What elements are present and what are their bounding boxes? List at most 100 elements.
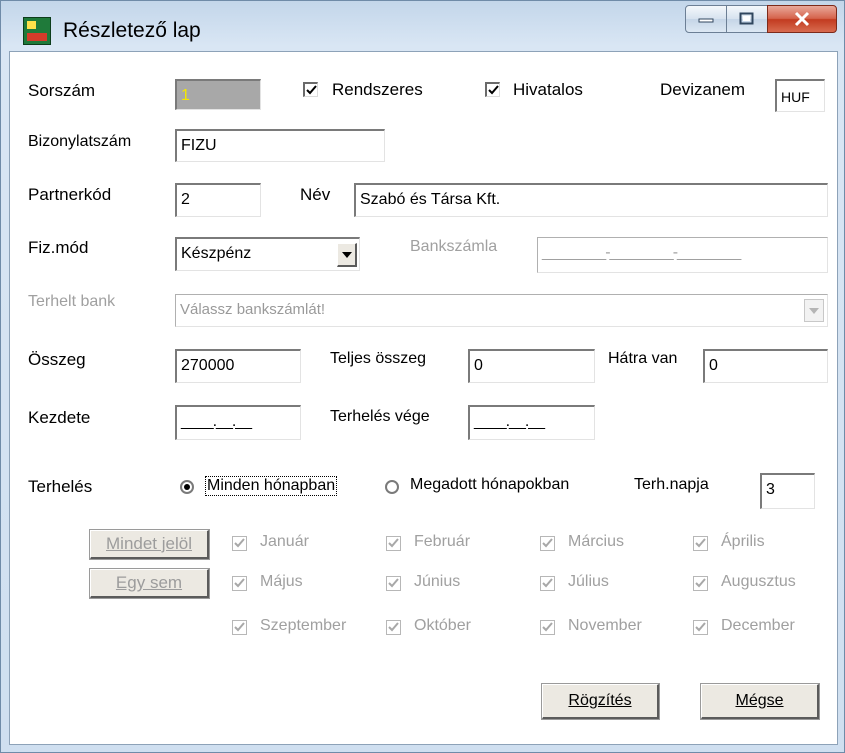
- hatra-van-field[interactable]: 0: [703, 349, 828, 383]
- maximize-button[interactable]: [726, 5, 768, 33]
- month-label: November: [568, 617, 642, 634]
- month-label: December: [721, 617, 795, 634]
- month-checkbox[interactable]: [693, 620, 708, 635]
- checkmark-icon: [234, 622, 245, 632]
- terhelt-bank-dropdown-arrow: [804, 299, 824, 322]
- month-label: Február: [414, 533, 471, 550]
- month-label: Július: [568, 573, 609, 590]
- select-all-months-label: Mindet jelöl: [106, 534, 192, 553]
- month-label: Szeptember: [260, 617, 347, 634]
- minimize-button[interactable]: [685, 5, 727, 33]
- select-no-months-label: Egy sem: [115, 573, 183, 592]
- month-checkbox[interactable]: [232, 620, 247, 635]
- fizmod-label: Fiz.mód: [28, 238, 89, 257]
- terh-napja-label: Terh.napja: [634, 476, 709, 493]
- month-label: Április: [721, 533, 765, 550]
- checkmark-icon: [695, 622, 706, 632]
- app-icon: [23, 17, 51, 45]
- month-label: Január: [260, 533, 309, 550]
- hivatalos-checkbox[interactable]: [485, 82, 500, 97]
- terh-napja-field[interactable]: 3: [760, 473, 815, 509]
- month-checkbox[interactable]: [386, 620, 401, 635]
- checkmark-icon: [488, 85, 499, 95]
- devizanem-label: Devizanem: [660, 80, 746, 99]
- save-button[interactable]: Rögzítés: [541, 683, 660, 720]
- month-checkbox[interactable]: [232, 576, 247, 591]
- month-label: Március: [568, 533, 625, 550]
- select-no-months-button[interactable]: Egy sem: [89, 568, 210, 599]
- hatra-van-label: Hátra van: [608, 350, 678, 367]
- nev-field[interactable]: Szabó és Társa Kft.: [354, 183, 828, 217]
- nev-label: Név: [300, 185, 331, 204]
- sorszam-field[interactable]: 1: [175, 79, 261, 110]
- checkmark-icon: [388, 622, 399, 632]
- checkmark-icon: [388, 538, 399, 548]
- teljes-osszeg-field[interactable]: 0: [468, 349, 595, 383]
- teljes-osszeg-label: Teljes összeg: [330, 350, 427, 367]
- terheles-vege-label: Terhelés vége: [330, 408, 430, 425]
- terheles-label: Terhelés: [28, 477, 93, 496]
- checkmark-icon: [542, 622, 553, 632]
- radio-minden-honapban[interactable]: [180, 480, 194, 494]
- checkmark-icon: [695, 538, 706, 548]
- select-all-months-button[interactable]: Mindet jelöl: [89, 529, 210, 560]
- month-checkbox[interactable]: [540, 536, 555, 551]
- fizmod-dropdown-arrow[interactable]: [337, 243, 357, 267]
- sorszam-label: Sorszám: [28, 81, 96, 100]
- osszeg-label: Összeg: [28, 350, 86, 369]
- month-checkbox[interactable]: [540, 620, 555, 635]
- terhelt-bank-value: Válassz bankszámlát!: [180, 301, 326, 318]
- kezdete-label: Kezdete: [28, 408, 91, 427]
- month-checkbox[interactable]: [693, 576, 708, 591]
- month-checkbox[interactable]: [232, 536, 247, 551]
- month-label: Október: [414, 617, 471, 634]
- hivatalos-label: Hivatalos: [513, 80, 583, 99]
- cancel-button[interactable]: Mégse: [700, 683, 820, 720]
- bankszamla-label: Bankszámla: [410, 238, 498, 255]
- chevron-down-icon: [341, 251, 352, 258]
- partnerkod-field[interactable]: 2: [175, 183, 261, 217]
- month-label: Augusztus: [721, 573, 796, 590]
- dialog-window: Részletező lap Sorszám 1 Rendszeres Hiva…: [0, 0, 845, 753]
- checkmark-icon: [542, 538, 553, 548]
- checkmark-icon: [695, 578, 706, 588]
- save-button-label: Rögzítés: [568, 692, 632, 709]
- terhelt-bank-dropdown: Válassz bankszámlát!: [175, 294, 828, 327]
- window-title: Részletező lap: [63, 19, 201, 42]
- chevron-down-icon: [809, 307, 819, 314]
- bankszamla-field: ________-________-________: [537, 237, 828, 273]
- partnerkod-label: Partnerkód: [28, 185, 112, 204]
- month-checkbox[interactable]: [386, 536, 401, 551]
- cancel-button-label: Mégse: [735, 692, 784, 709]
- fizmod-dropdown[interactable]: Készpénz: [175, 237, 360, 271]
- close-button[interactable]: [767, 5, 837, 33]
- radio-megadott-honapokban[interactable]: [385, 480, 399, 494]
- devizanem-field[interactable]: HUF: [775, 79, 825, 112]
- minimize-icon: [698, 18, 714, 23]
- osszeg-field[interactable]: 270000: [175, 349, 301, 383]
- bizonylatszam-label: Bizonylatszám: [28, 133, 132, 150]
- maximize-icon: [739, 12, 754, 25]
- month-label: Május: [260, 573, 303, 590]
- radio-minden-honapban-label[interactable]: Minden hónapban: [205, 476, 338, 496]
- checkmark-icon: [234, 538, 245, 548]
- checkmark-icon: [388, 578, 399, 588]
- checkmark-icon: [234, 578, 245, 588]
- terhelt-bank-label: Terhelt bank: [28, 293, 116, 310]
- title-bar[interactable]: Részletező lap: [1, 1, 845, 51]
- month-checkbox[interactable]: [693, 536, 708, 551]
- fizmod-value: Készpénz: [181, 245, 252, 262]
- checkmark-icon: [306, 85, 317, 95]
- month-checkbox[interactable]: [540, 576, 555, 591]
- checkmark-icon: [542, 578, 553, 588]
- month-checkbox[interactable]: [386, 576, 401, 591]
- month-label: Június: [414, 573, 461, 590]
- bizonylatszam-field[interactable]: FIZU: [175, 129, 385, 162]
- rendszeres-label: Rendszeres: [332, 80, 423, 99]
- radio-megadott-honapokban-label[interactable]: Megadott hónapokban: [410, 476, 569, 494]
- terheles-vege-field[interactable]: ____.__.__: [468, 405, 595, 440]
- dialog-client-area: Sorszám 1 Rendszeres Hivatalos Devizanem…: [9, 51, 838, 745]
- kezdete-field[interactable]: ____.__.__: [175, 405, 301, 440]
- close-icon: [794, 11, 810, 27]
- rendszeres-checkbox[interactable]: [303, 82, 318, 97]
